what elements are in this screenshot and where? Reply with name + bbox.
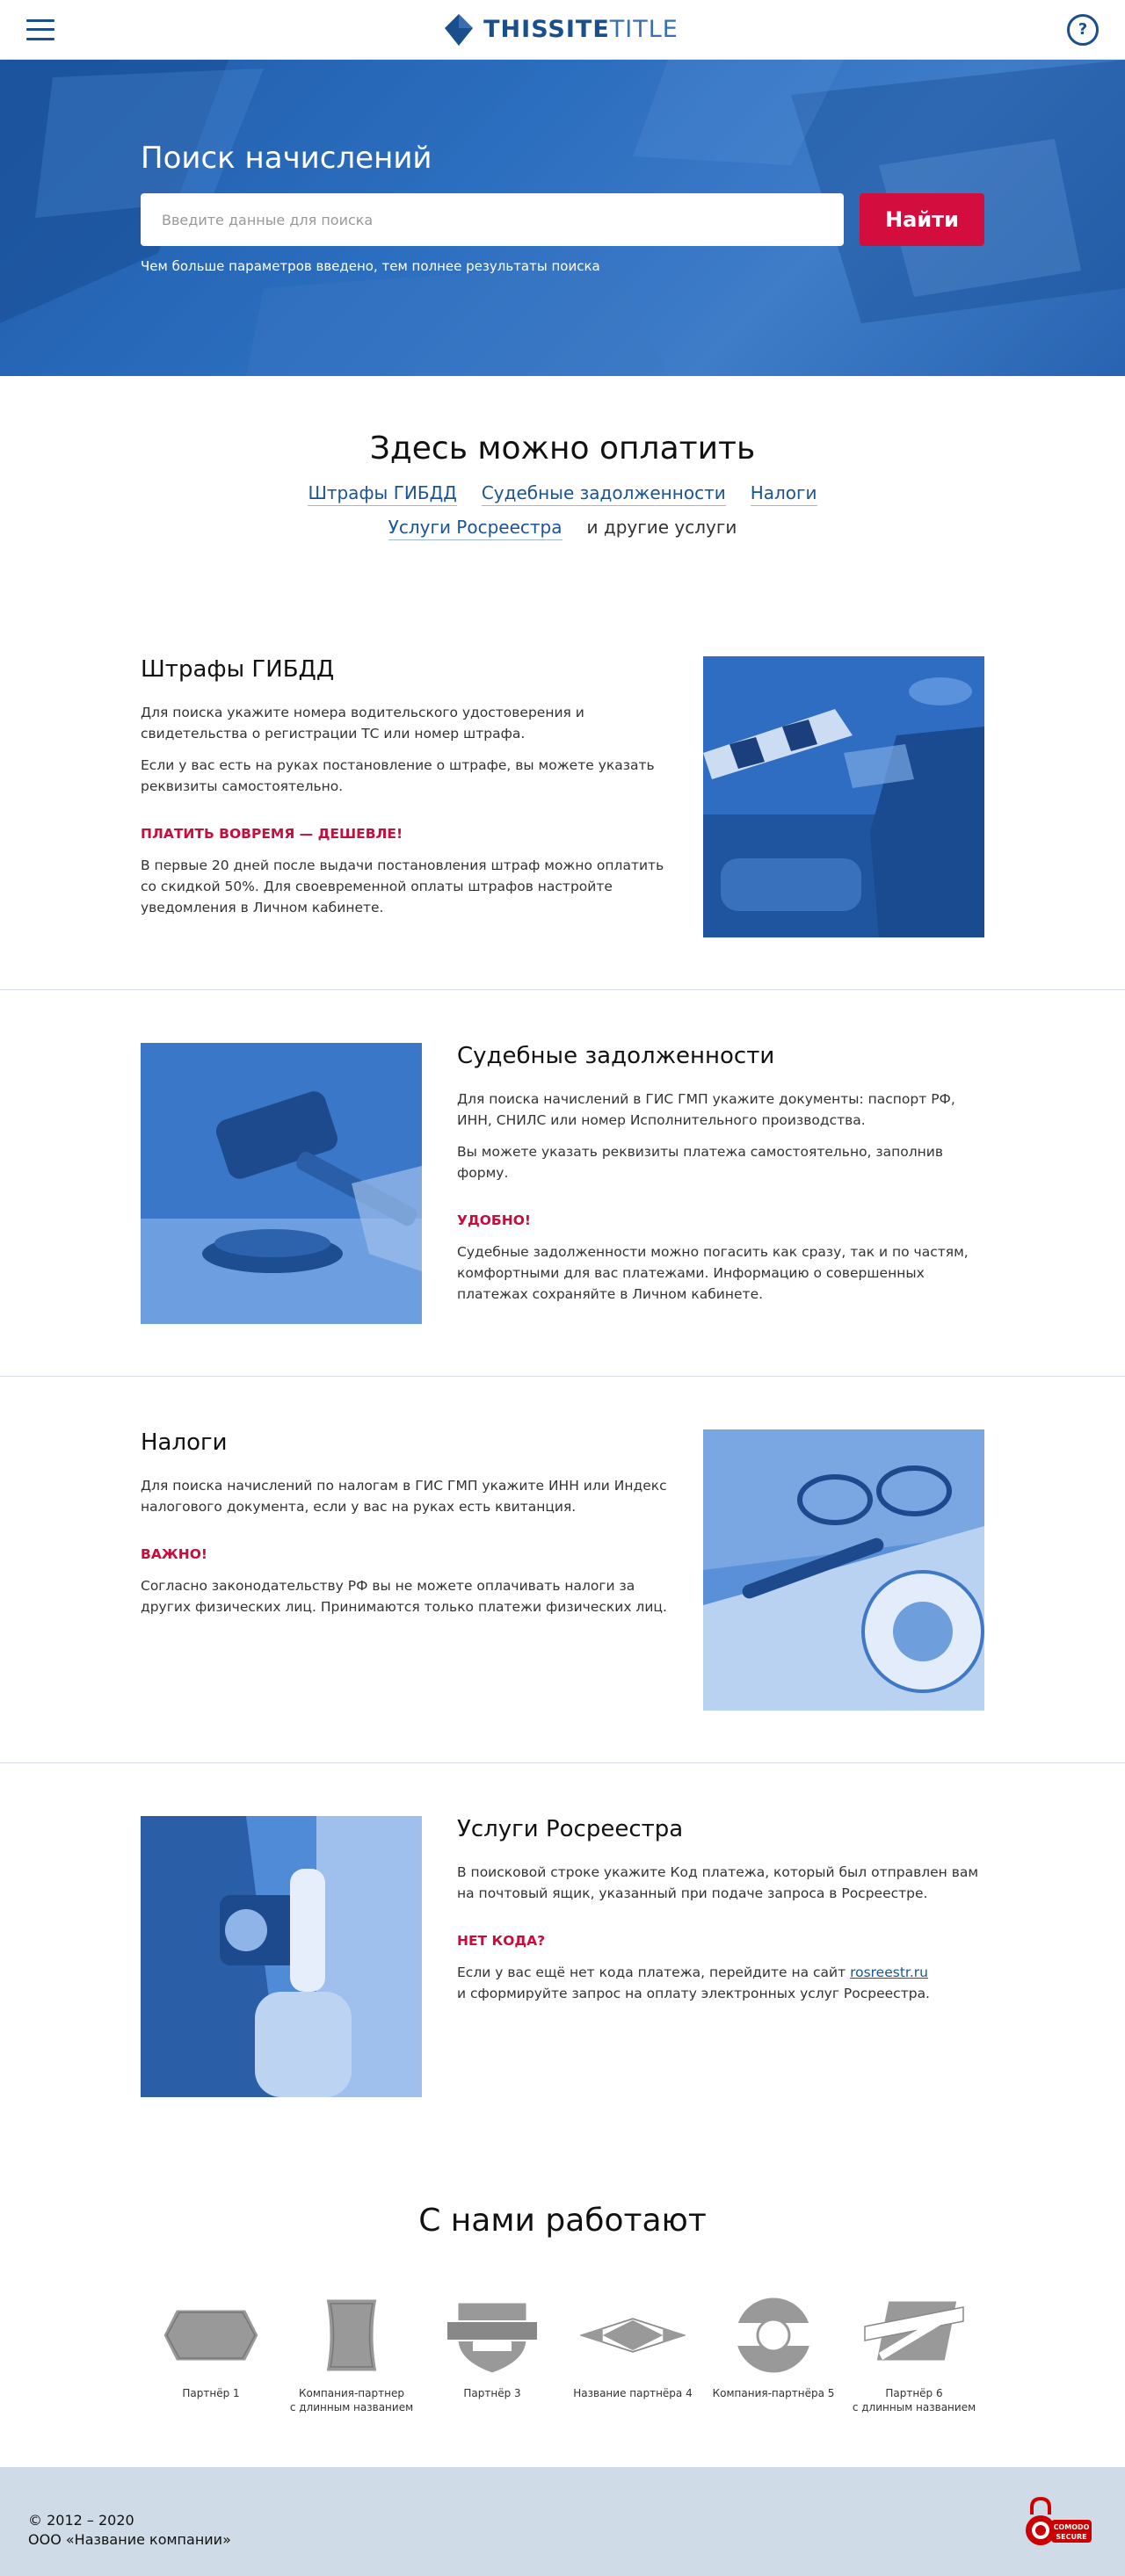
rosreestr-accent: НЕТ КОДА?: [457, 1933, 546, 1949]
gibdd-paragraph-3: В первые 20 дней после выдачи постановле…: [141, 857, 664, 915]
hero-title: Поиск начислений: [141, 141, 432, 176]
partner-5-logo-icon: [722, 2295, 824, 2376]
partner-1-logo-icon: [161, 2307, 261, 2363]
partner-2-name: Компания-партнер с длинным названием: [289, 2387, 414, 2413]
logo-light-text: TITLE: [609, 16, 679, 43]
gavel-image: [141, 1043, 422, 1324]
link-rosreestr[interactable]: Услуги Росреестра: [388, 517, 562, 540]
service-gibdd: Штрафы ГИБДД Для поиска укажите номера в…: [0, 604, 1125, 990]
gibdd-paragraph-1: Для поиска укажите номера водительского …: [141, 705, 584, 742]
pay-links-row-1: Штрафы ГИБДД Судебные задолженности Нало…: [0, 482, 1125, 506]
tax-documents-image: [703, 1429, 984, 1711]
court-paragraph-1: Для поиска начислений в ГИС ГМП укажите …: [457, 1091, 955, 1128]
court-accent: УДОБНО!: [457, 1212, 531, 1228]
court-paragraph-2: Вы можете указать реквизиты платежа само…: [457, 1144, 944, 1181]
gibdd-accent: ПЛАТИТЬ ВОВРЕМЯ — ДЕШЕВЛЕ!: [141, 826, 403, 842]
comodo-secure-badge-icon[interactable]: COMODO SECURE: [1021, 2497, 1093, 2546]
rosreestr-text-after-link: и сформируйте запрос на оплату электронн…: [457, 1986, 930, 2001]
gibdd-title: Штрафы ГИБДД: [141, 656, 335, 683]
tax-title: Налоги: [141, 1429, 228, 1456]
gibdd-paragraph-2: Если у вас есть на руках постановление о…: [141, 757, 655, 794]
surveyor-image: [141, 1816, 422, 2097]
tax-paragraph-3: Согласно законодательству РФ вы не может…: [141, 1578, 667, 1615]
partner-3-logo-icon: [446, 2300, 539, 2376]
hero-content: Поиск начислений Найти Чем больше параме…: [141, 141, 984, 274]
search-button[interactable]: Найти: [860, 193, 984, 246]
service-rosreestr: Услуги Росреестра В поисковой строке ука…: [0, 1763, 1125, 2150]
rosreestr-link[interactable]: rosreestr.ru: [850, 1965, 928, 1980]
service-court: Судебные задолженности Для поиска начисл…: [0, 990, 1125, 1377]
tax-paragraph-1: Для поиска начислений по налогам в ГИС Г…: [141, 1478, 667, 1515]
site-logo[interactable]: THISSITETITLE: [443, 12, 679, 47]
copyright-years: © 2012 – 2020: [28, 2512, 134, 2529]
service-tax: Налоги Для поиска начислений по налогам …: [0, 1377, 1125, 1763]
court-image: [141, 1043, 422, 1324]
partner-6[interactable]: Партнёр 6с длинным названием: [844, 2291, 984, 2414]
pay-here-section: Здесь можно оплатить Штрафы ГИБДД Судебн…: [0, 376, 1125, 604]
link-tax[interactable]: Налоги: [750, 482, 817, 506]
search-input[interactable]: [141, 193, 844, 246]
partner-5-name: Компания-партнёра 5: [712, 2387, 835, 2399]
site-footer: © 2012 – 2020 ООО «Название компании» CO…: [0, 2467, 1125, 2576]
badge-bottom-text: SECURE: [1056, 2533, 1086, 2541]
pay-here-title: Здесь можно оплатить: [369, 431, 756, 467]
partner-6-name: Партнёр 6с длинным названием: [852, 2387, 976, 2413]
court-paragraph-3: Судебные задолженности можно погасить ка…: [457, 1244, 969, 1302]
rosreestr-text: Услуги Росреестра В поисковой строке ука…: [457, 1816, 984, 2015]
search-hint: Чем больше параметров введено, тем полне…: [141, 258, 600, 274]
partner-3-name: Партнёр 3: [463, 2387, 521, 2399]
partners-section: С нами работают Партнёр 1 Компания-партн…: [0, 2150, 1125, 2467]
badge-top-text: COMODO: [1054, 2523, 1090, 2531]
site-header: THISSITETITLE ?: [0, 0, 1125, 60]
hero-search: Поиск начислений Найти Чем больше параме…: [0, 60, 1125, 376]
gibdd-image: [703, 656, 984, 937]
link-court[interactable]: Судебные задолженности: [481, 482, 726, 506]
rosreestr-paragraph-3: Если у вас ещё нет кода платежа, перейди…: [457, 1962, 984, 2004]
partner-5[interactable]: Компания-партнёра 5: [703, 2291, 844, 2414]
partner-4-logo-icon: [580, 2318, 686, 2353]
tax-image: [703, 1429, 984, 1711]
logo-diamond-icon: [445, 13, 474, 46]
search-row: Найти: [141, 193, 984, 246]
link-gibdd[interactable]: Штрафы ГИБДД: [308, 482, 457, 506]
partner-2[interactable]: Компания-партнер с длинным названием: [281, 2291, 422, 2414]
court-title: Судебные задолженности: [457, 1043, 775, 1069]
partner-1-name: Партнёр 1: [182, 2387, 240, 2399]
rosreestr-title: Услуги Росреестра: [457, 1816, 684, 1842]
rosreestr-text-before-link: Если у вас ещё нет кода платежа, перейди…: [457, 1965, 851, 1980]
rosreestr-image: [141, 1816, 422, 2097]
court-text: Судебные задолженности Для поиска начисл…: [457, 1043, 984, 1315]
partner-1[interactable]: Партнёр 1: [141, 2291, 281, 2414]
company-name: ООО «Название компании»: [28, 2531, 231, 2548]
tax-accent: ВАЖНО!: [141, 1546, 208, 1562]
partner-4[interactable]: Название партнёра 4: [562, 2291, 703, 2414]
menu-icon[interactable]: [26, 18, 54, 40]
pay-links-row-2: Услуги Росреестра и другие услуги: [0, 517, 1125, 540]
partner-6-logo-icon: [864, 2298, 964, 2363]
partners-title: С нами работают: [418, 2203, 707, 2239]
gibdd-text: Штрафы ГИБДД Для поиска укажите номера в…: [141, 656, 668, 929]
partner-3[interactable]: Партнёр 3: [422, 2291, 562, 2414]
rosreestr-paragraph-1: В поисковой строке укажите Код платежа, …: [457, 1864, 979, 1901]
partner-2-logo-icon: [323, 2297, 380, 2374]
partner-4-name: Название партнёра 4: [573, 2387, 693, 2399]
logo-bold-text: THISSITE: [483, 16, 610, 43]
footer-copyright: © 2012 – 2020 ООО «Название компании»: [28, 2511, 231, 2550]
traffic-police-image: [703, 656, 984, 937]
partners-row: Партнёр 1 Компания-партнер с длинным назв…: [0, 2291, 1125, 2414]
other-services-text: и другие услуги: [586, 517, 737, 538]
help-button[interactable]: ?: [1067, 13, 1099, 46]
tax-text: Налоги Для поиска начислений по налогам …: [141, 1429, 668, 1628]
